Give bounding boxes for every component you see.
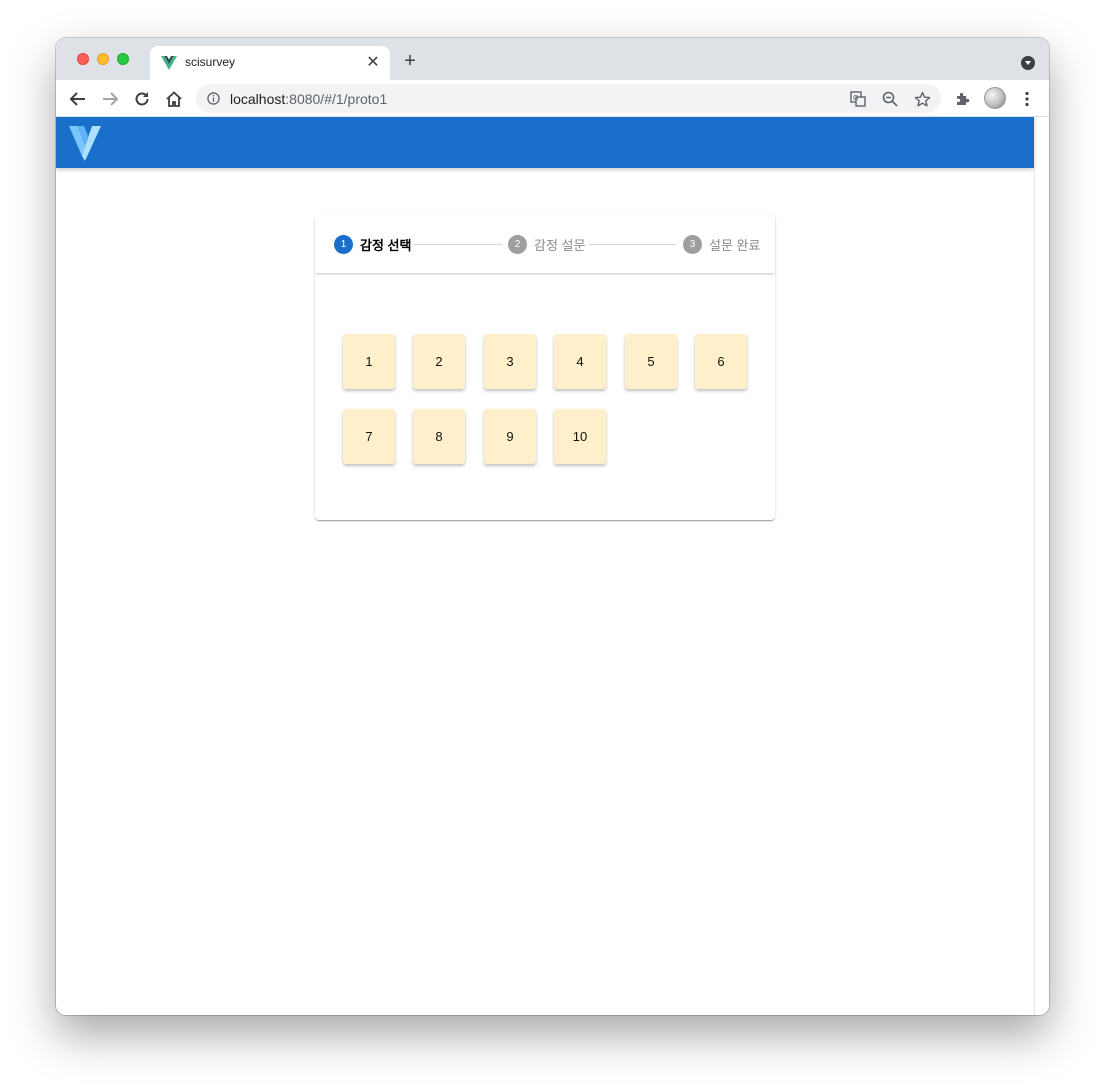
step-divider (413, 244, 502, 245)
step-label: 감정 선택 (360, 237, 412, 253)
home-icon[interactable] (162, 87, 186, 111)
tab-search-icon[interactable] (1021, 56, 1035, 70)
tab-title: scisurvey (185, 55, 236, 69)
close-window-button[interactable] (77, 53, 89, 65)
survey-stepper-card: 1 감정 선택 2 감정 설문 3 설문 완료 1 2 3 4 5 6 7 8 … (315, 215, 775, 520)
zoom-out-icon[interactable] (881, 90, 899, 108)
vue-favicon-icon (161, 56, 177, 70)
extensions-icon[interactable] (952, 88, 974, 110)
minimize-window-button[interactable] (97, 53, 109, 65)
new-tab-button[interactable]: + (400, 51, 420, 71)
reload-icon[interactable] (130, 87, 154, 111)
option-card-9[interactable]: 9 (484, 409, 536, 464)
url-text: localhost:8080/#/1/proto1 (230, 91, 387, 107)
option-card-2[interactable]: 2 (413, 334, 465, 389)
tab-strip: scisurvey ✕ + (56, 38, 1049, 80)
svg-text:G: G (853, 95, 858, 102)
browser-toolbar: localhost:8080/#/1/proto1 G (56, 80, 1049, 117)
step-number: 3 (683, 234, 702, 254)
browser-window: scisurvey ✕ + localhost:8080/#/1/proto1 (56, 38, 1049, 1015)
option-card-4[interactable]: 4 (554, 334, 606, 389)
step-number: 2 (508, 234, 527, 254)
option-card-10[interactable]: 10 (554, 409, 606, 464)
bookmark-star-icon[interactable] (913, 90, 931, 108)
option-card-7[interactable]: 7 (343, 409, 395, 464)
url-host: localhost (230, 91, 286, 107)
tab-close-icon[interactable]: ✕ (364, 54, 382, 72)
profile-avatar[interactable] (984, 87, 1006, 109)
step-1[interactable]: 1 감정 선택 (334, 234, 411, 254)
menu-kebab-icon[interactable] (1016, 88, 1038, 110)
site-info-icon[interactable] (207, 92, 220, 105)
url-path: :8080/#/1/proto1 (285, 91, 388, 107)
back-arrow-icon[interactable] (66, 87, 90, 111)
page-viewport: 1 감정 선택 2 감정 설문 3 설문 완료 1 2 3 4 5 6 7 8 … (56, 117, 1049, 1015)
step-label: 감정 설문 (534, 237, 586, 253)
option-card-5[interactable]: 5 (625, 334, 677, 389)
translate-icon[interactable]: G (849, 90, 867, 108)
step-3[interactable]: 3 설문 완료 (683, 234, 760, 254)
maximize-window-button[interactable] (117, 53, 129, 65)
option-card-8[interactable]: 8 (413, 409, 465, 464)
step-divider (589, 244, 677, 245)
step-label: 설문 완료 (709, 237, 761, 253)
vertical-scrollbar[interactable] (1034, 117, 1035, 1015)
stepper-header: 1 감정 선택 2 감정 설문 3 설문 완료 (315, 215, 775, 273)
step-number: 1 (334, 234, 353, 254)
address-bar[interactable]: localhost:8080/#/1/proto1 G (196, 84, 941, 113)
option-card-1[interactable]: 1 (343, 334, 395, 389)
step-2[interactable]: 2 감정 설문 (508, 234, 585, 254)
app-bar (56, 117, 1034, 168)
option-card-6[interactable]: 6 (695, 334, 747, 389)
vuetify-logo-icon (69, 126, 101, 161)
browser-tab[interactable]: scisurvey ✕ (150, 46, 390, 80)
option-card-3[interactable]: 3 (484, 334, 536, 389)
forward-arrow-icon[interactable] (98, 87, 122, 111)
